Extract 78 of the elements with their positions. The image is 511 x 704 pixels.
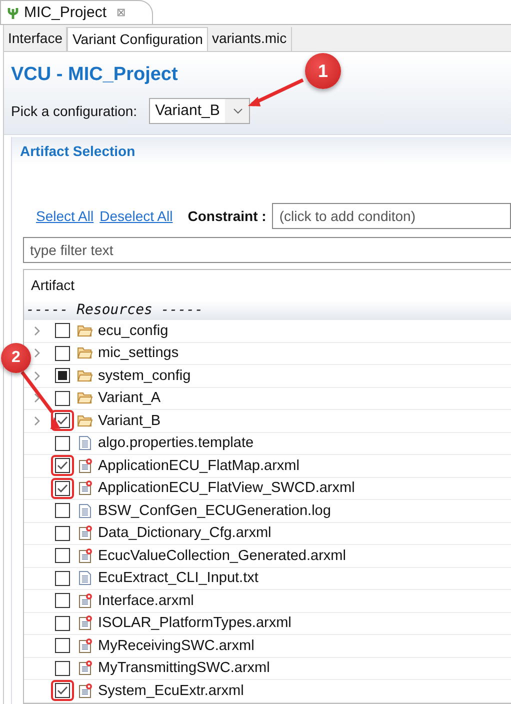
tree-item[interactable]: EcucValueCollection_Generated.arxml (98, 548, 346, 564)
folder-icon (77, 322, 93, 339)
expand-icon (33, 370, 41, 381)
checkbox[interactable] (55, 436, 70, 451)
checkbox[interactable] (55, 616, 70, 631)
model-file-icon (77, 682, 93, 699)
folder-icon (77, 390, 93, 406)
folder-icon (77, 368, 93, 384)
model-file-icon (77, 592, 93, 609)
expand-icon (33, 416, 41, 426)
column-header: Artifact (30, 276, 76, 295)
tree-item[interactable]: system_config (98, 368, 191, 384)
constraint-field[interactable]: (click to add conditon) (272, 203, 511, 229)
expand-icon (33, 326, 41, 336)
tree-item[interactable]: Data_Dictionary_Cfg.arxml (98, 525, 272, 542)
model-file-icon (77, 458, 93, 474)
document-icon (77, 570, 93, 586)
tree-item[interactable]: Interface.arxml (98, 592, 194, 609)
model-file-icon (77, 660, 93, 676)
tab-title: MIC_Project (24, 4, 107, 21)
tree-item[interactable]: ApplicationECU_FlatView_SWCD.arxml (98, 480, 355, 496)
document-icon (77, 435, 93, 452)
callout-marker: 2 (1, 343, 31, 373)
tree-item[interactable]: System_EcuExtr.arxml (98, 682, 244, 699)
checkbox[interactable] (55, 593, 70, 608)
expand-icon (33, 348, 41, 358)
tree-item[interactable]: ApplicationECU_FlatMap.arxml (98, 458, 300, 474)
check-icon (57, 416, 68, 426)
tree-item[interactable]: MyReceivingSWC.arxml (98, 638, 254, 654)
tree-item[interactable]: Variant_A (98, 390, 161, 406)
close-icon[interactable]: ⊠ (116, 6, 126, 19)
group-header: ----- Resources ----- (24, 300, 511, 320)
checkbox[interactable] (55, 526, 70, 541)
checkbox[interactable] (55, 638, 70, 654)
configuration-dropdown[interactable]: Variant_B (149, 98, 250, 124)
checkbox[interactable] (55, 458, 70, 474)
checkbox[interactable] (55, 346, 70, 361)
caret-icon (232, 108, 243, 114)
tree-item[interactable]: mic_settings (98, 345, 179, 362)
document-icon (77, 502, 93, 519)
checkbox[interactable] (55, 480, 70, 496)
check-icon (57, 686, 68, 696)
tree-item[interactable]: BSW_ConfGen_ECUGeneration.log (98, 502, 331, 519)
tree-item[interactable]: ISOLAR_PlatformTypes.arxml (98, 615, 292, 632)
link[interactable]: Deselect All (100, 208, 173, 224)
model-file-icon (77, 615, 93, 632)
constraint-label: Constraint : (188, 208, 266, 224)
model-file-icon (77, 638, 93, 654)
tree-item[interactable]: EcuExtract_CLI_Input.txt (98, 570, 258, 586)
editor-tab[interactable]: MIC_Project ⊠ (0, 0, 153, 24)
checkbox[interactable] (55, 570, 70, 586)
model-file-icon (77, 548, 93, 564)
checkbox[interactable] (55, 548, 70, 564)
expand-icon (33, 393, 41, 404)
model-file-icon (77, 480, 93, 496)
checkbox[interactable] (55, 368, 70, 384)
checkbox[interactable] (55, 660, 70, 676)
form-title: VCU - MIC_Project (11, 64, 178, 86)
tree-item[interactable]: MyTransmittingSWC.arxml (98, 660, 270, 676)
check-icon (57, 461, 68, 470)
checkbox[interactable] (55, 390, 70, 406)
checkbox[interactable] (55, 683, 70, 698)
link[interactable]: Select All (36, 208, 94, 224)
tree-item[interactable]: ecu_config (98, 322, 168, 339)
check-icon (57, 484, 68, 493)
model-file-icon (77, 525, 93, 542)
model-icon (6, 6, 20, 20)
page-tab[interactable]: variants.mic (208, 27, 292, 51)
checkbox[interactable] (55, 323, 70, 338)
folder-icon (77, 412, 93, 429)
filter-field[interactable]: type filter text (23, 237, 511, 263)
tree-item[interactable]: algo.properties.template (98, 435, 254, 452)
field-label: Pick a configuration: (11, 103, 138, 119)
page-tab[interactable]: Variant Configuration (67, 27, 208, 51)
checkbox[interactable] (55, 503, 70, 518)
arrow (248, 78, 304, 106)
folder-icon (77, 345, 93, 362)
tree-item[interactable]: Variant_B (98, 412, 161, 429)
